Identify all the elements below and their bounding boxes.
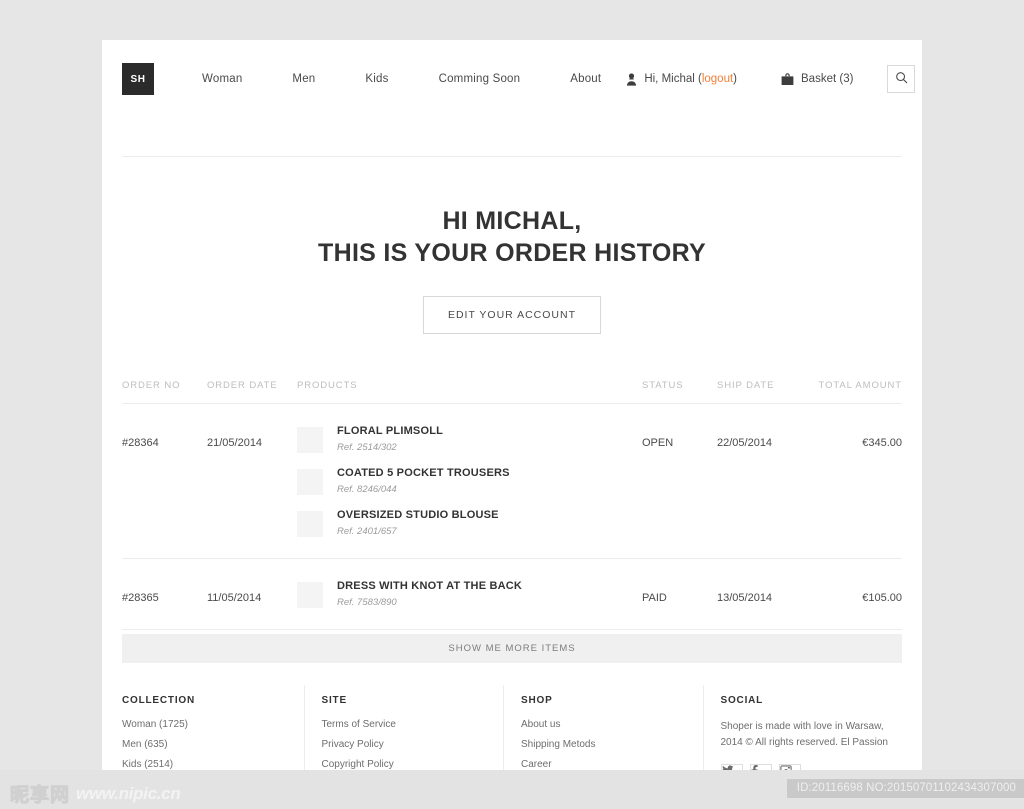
basket-icon xyxy=(781,72,794,86)
cell-order-date: 21/05/2014 xyxy=(207,437,263,449)
watermark-url-text: www.nipic.cn xyxy=(76,783,181,803)
list-item[interactable]: DRESS WITH KNOT AT THE BACK Ref. 7583/89… xyxy=(297,580,632,608)
list-item[interactable]: COATED 5 POCKET TROUSERS Ref. 8246/044 xyxy=(297,467,632,495)
basket-label: Basket (3) xyxy=(801,73,854,85)
cell-products: DRESS WITH KNOT AT THE BACK Ref. 7583/89… xyxy=(297,580,642,608)
account-greeting: Hi, Michal ( xyxy=(644,73,702,85)
list-item[interactable]: FLORAL PLIMSOLL Ref. 2514/302 xyxy=(297,425,632,453)
product-ref: Ref. 7583/890 xyxy=(337,596,397,608)
brand-logo[interactable]: SH xyxy=(122,63,154,95)
search-icon xyxy=(895,71,908,87)
footer-title-social: SOCIAL xyxy=(720,695,764,706)
page-title: HI MICHAL, THIS IS YOUR ORDER HISTORY xyxy=(122,205,902,269)
nav-item-men[interactable]: Men xyxy=(267,73,340,85)
col-header-products: PRODUCTS xyxy=(297,380,358,391)
product-thumbnail xyxy=(297,427,323,453)
watermark-cjk-text: 昵享网 xyxy=(9,784,71,807)
list-item[interactable]: OVERSIZED STUDIO BLOUSE Ref. 2401/657 xyxy=(297,509,632,537)
status-badge: PAID xyxy=(642,592,667,604)
footer-link-kids[interactable]: Kids (2514) xyxy=(122,759,304,770)
main-nav: Woman Men Kids Comming Soon About xyxy=(202,73,626,85)
product-ref: Ref. 2514/302 xyxy=(337,441,397,453)
table-row[interactable]: #28364 21/05/2014 FLORAL PLIMSOLL Ref. 2… xyxy=(122,404,902,559)
search-button[interactable] xyxy=(887,65,916,93)
account-greeting-end: ) xyxy=(733,73,738,85)
cell-order-date: 11/05/2014 xyxy=(207,592,262,604)
cell-order-no: #28365 xyxy=(122,592,159,604)
site-header: SH Woman Men Kids Comming Soon About Hi,… xyxy=(122,40,916,118)
product-name: FLORAL PLIMSOLL xyxy=(337,425,444,437)
header-actions: Hi, Michal (logout) Basket (3) xyxy=(626,65,916,93)
page-card: SH Woman Men Kids Comming Soon About Hi,… xyxy=(102,40,922,809)
account-block[interactable]: Hi, Michal (logout) xyxy=(626,72,738,86)
product-name: COATED 5 POCKET TROUSERS xyxy=(337,467,510,479)
cell-products: FLORAL PLIMSOLL Ref. 2514/302 COATED 5 P… xyxy=(297,425,642,537)
product-name: OVERSIZED STUDIO BLOUSE xyxy=(337,509,499,521)
product-thumbnail xyxy=(297,469,323,495)
product-thumbnail xyxy=(297,511,323,537)
footer-link-woman[interactable]: Woman (1725) xyxy=(122,719,304,730)
col-header-order-no: ORDER NO xyxy=(122,380,181,391)
col-header-order-date: ORDER DATE xyxy=(207,380,278,391)
footer-title-shop: SHOP xyxy=(521,695,553,706)
cell-ship-date: 22/05/2014 xyxy=(717,437,773,449)
footer-link-about-us[interactable]: About us xyxy=(521,719,703,730)
cell-total: €105.00 xyxy=(862,592,902,604)
footer-link-copyright-policy[interactable]: Copyright Policy xyxy=(322,759,504,770)
footer-social-text: Shoper is made with love in Warsaw, 2014… xyxy=(720,721,888,748)
col-header-status: STATUS xyxy=(642,380,684,391)
cell-total: €345.00 xyxy=(862,437,902,449)
header-divider xyxy=(122,156,902,157)
nav-item-kids[interactable]: Kids xyxy=(340,73,413,85)
footer-link-shipping-metods[interactable]: Shipping Metods xyxy=(521,739,703,750)
product-ref: Ref. 8246/044 xyxy=(337,483,397,495)
cell-ship-date: 13/05/2014 xyxy=(717,592,773,604)
nav-item-comming-soon[interactable]: Comming Soon xyxy=(414,73,546,85)
col-header-ship-date: SHIP DATE xyxy=(717,380,775,391)
footer-link-men[interactable]: Men (635) xyxy=(122,739,304,750)
show-more-items-button[interactable]: SHOW ME MORE ITEMS xyxy=(122,634,902,663)
table-row[interactable]: #28365 11/05/2014 DRESS WITH KNOT AT THE… xyxy=(122,559,902,630)
watermark-id-text: ID:20116698 NO:20150701102434307000 xyxy=(786,779,1024,798)
nav-item-about[interactable]: About xyxy=(545,73,626,85)
footer-link-career[interactable]: Career xyxy=(521,759,703,770)
page-title-line2: THIS IS YOUR ORDER HISTORY xyxy=(318,239,706,267)
footer-link-terms-of-service[interactable]: Terms of Service xyxy=(322,719,504,730)
watermark-logo: 昵享网 www.nipic.cn xyxy=(9,780,181,807)
user-icon xyxy=(626,72,637,86)
nav-item-woman[interactable]: Woman xyxy=(202,73,267,85)
product-ref: Ref. 2401/657 xyxy=(337,525,397,537)
footer-title-site: SITE xyxy=(321,695,347,706)
footer-title-collection: COLLECTION xyxy=(122,695,195,706)
status-badge: OPEN xyxy=(642,437,674,449)
product-name: DRESS WITH KNOT AT THE BACK xyxy=(337,580,523,592)
hero-section: HI MICHAL, THIS IS YOUR ORDER HISTORY ED… xyxy=(122,205,902,334)
footer-link-privacy-policy[interactable]: Privacy Policy xyxy=(322,739,504,750)
orders-table-header: ORDER NO ORDER DATE PRODUCTS STATUS SHIP… xyxy=(122,380,902,404)
col-header-total-amount: TOTAL AMOUNT xyxy=(818,380,902,391)
basket-block[interactable]: Basket (3) xyxy=(781,72,854,86)
logout-link[interactable]: logout xyxy=(702,73,733,85)
edit-account-button[interactable]: EDIT YOUR ACCOUNT xyxy=(422,296,602,334)
cell-order-no: #28364 xyxy=(122,437,159,449)
orders-table: ORDER NO ORDER DATE PRODUCTS STATUS SHIP… xyxy=(122,380,902,630)
product-thumbnail xyxy=(297,582,323,608)
page-title-line1: HI MICHAL, xyxy=(442,207,582,235)
